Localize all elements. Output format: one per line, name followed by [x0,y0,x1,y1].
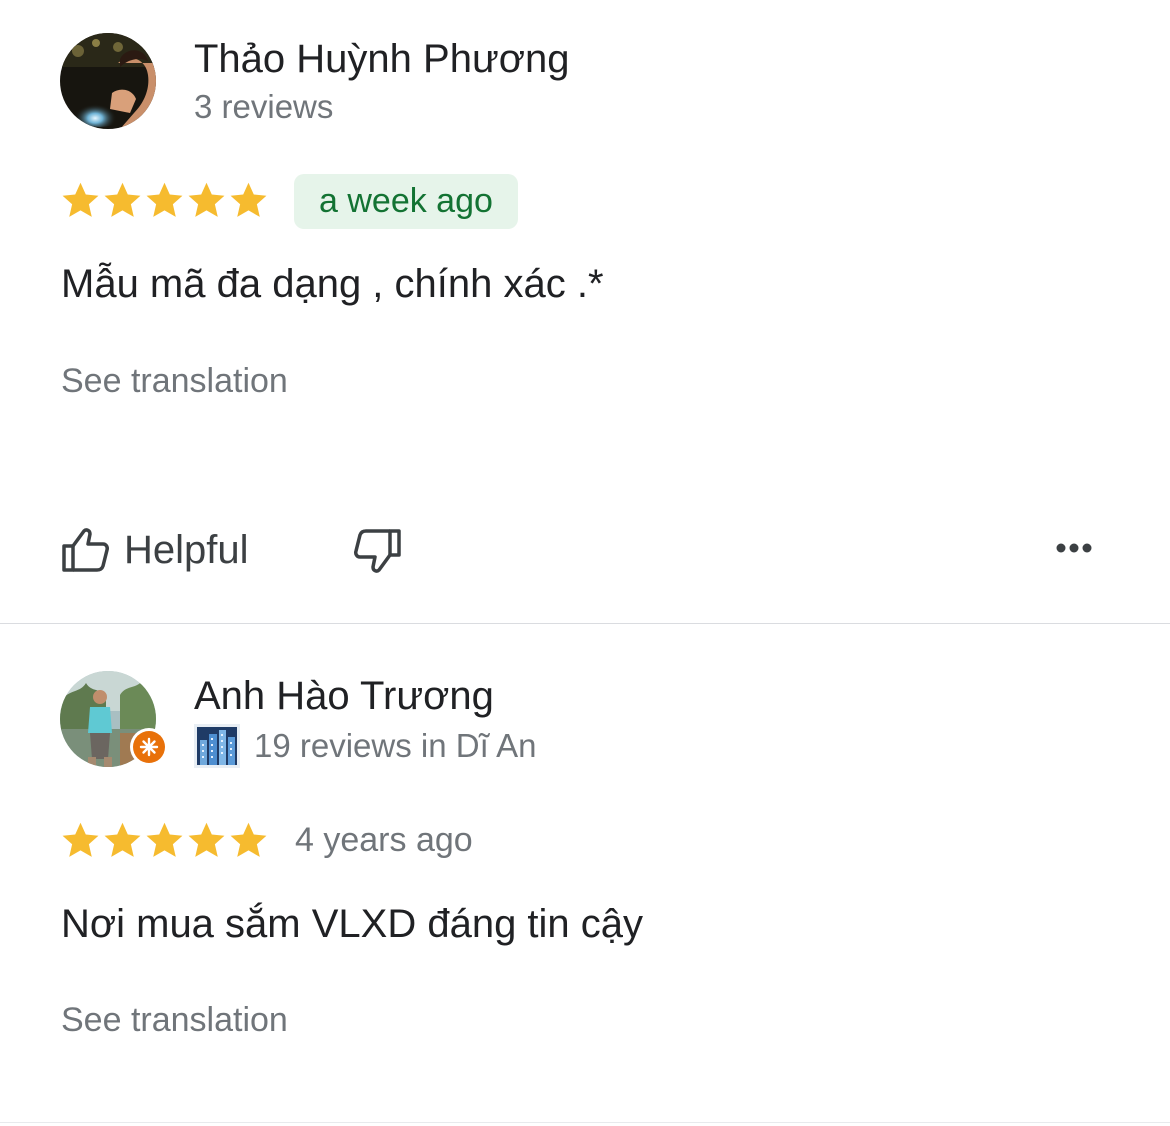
local-guide-badge-icon [130,728,168,766]
review-count-text: 19 reviews in Dĩ An [254,727,537,764]
author-review-count: 19 reviews in Dĩ An [194,724,536,768]
review-date-badge: a week ago [294,174,518,229]
see-translation-link[interactable]: See translation [61,1000,288,1040]
star-icon [230,182,267,217]
star-icon [146,182,183,217]
helpful-label: Helpful [124,528,249,572]
review-actions: Helpful [0,515,1170,585]
thumbs-up-icon [62,528,109,572]
review-count-text: 3 reviews [194,88,334,125]
not-helpful-button[interactable] [348,523,404,579]
see-translation-link[interactable]: See translation [61,361,288,401]
star-rating [60,180,269,221]
author-name[interactable]: Anh Hào Trương [194,672,494,720]
review-date: 4 years ago [295,821,473,859]
review-text: Nơi mua sắm VLXD đáng tin cậy [61,902,644,946]
star-rating [60,820,269,861]
author-name[interactable]: Thảo Huỳnh Phương [194,35,569,83]
city-skyline-icon [194,724,240,768]
review-card: Thảo Huỳnh Phương 3 reviews a week ago M… [0,0,1170,623]
helpful-button[interactable]: Helpful [60,515,249,585]
more-options-button[interactable] [1050,533,1098,563]
avatar[interactable] [60,33,156,129]
review-card: Anh Hào Trương 19 reviews in Dĩ An 4 yea… [0,624,1170,1124]
star-icon [62,822,99,857]
review-divider [0,1122,1170,1123]
star-icon [104,822,141,857]
star-icon [188,822,225,857]
star-icon [146,822,183,857]
star-icon [104,182,141,217]
author-review-count: 3 reviews [194,87,333,127]
star-icon [62,182,99,217]
star-icon [188,182,225,217]
star-icon [230,822,267,857]
thumbs-down-icon [354,529,401,573]
review-text: Mẫu mã đa dạng , chính xác .* [61,262,604,306]
more-horizontal-icon [1056,543,1092,553]
